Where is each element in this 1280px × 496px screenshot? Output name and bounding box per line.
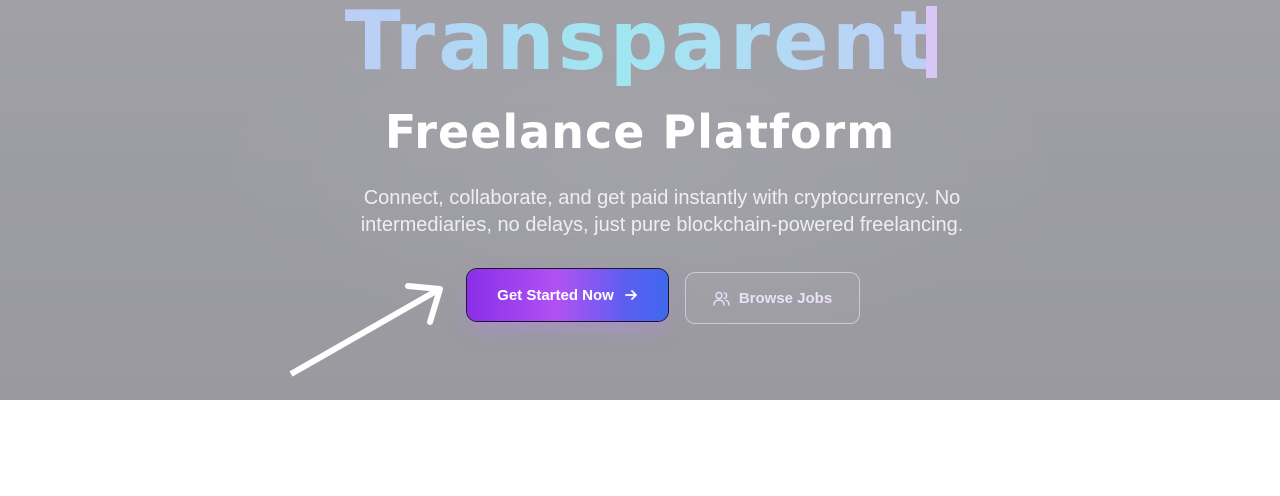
hero-section: Transparent Freelance Platform Connect, … (0, 0, 1280, 400)
users-icon (713, 291, 730, 306)
hero-title: Transparent (0, 0, 1280, 92)
hero-subtitle: Freelance Platform (384, 105, 896, 159)
browse-jobs-label: Browse Jobs (738, 289, 833, 307)
annotation-arrow-icon (289, 283, 443, 377)
get-started-button[interactable]: Get Started Now (467, 269, 668, 321)
typing-cursor (926, 6, 937, 78)
hero-description: Connect, collaborate, and get paid insta… (330, 185, 994, 239)
get-started-label: Get Started Now (497, 286, 614, 304)
arrow-right-icon (624, 288, 638, 302)
browse-jobs-button[interactable]: Browse Jobs (685, 272, 860, 324)
hero-description-line-1: Connect, collaborate, and get paid insta… (363, 187, 961, 209)
hero-description-line-2: intermediaries, no delays, just pure blo… (360, 214, 964, 236)
